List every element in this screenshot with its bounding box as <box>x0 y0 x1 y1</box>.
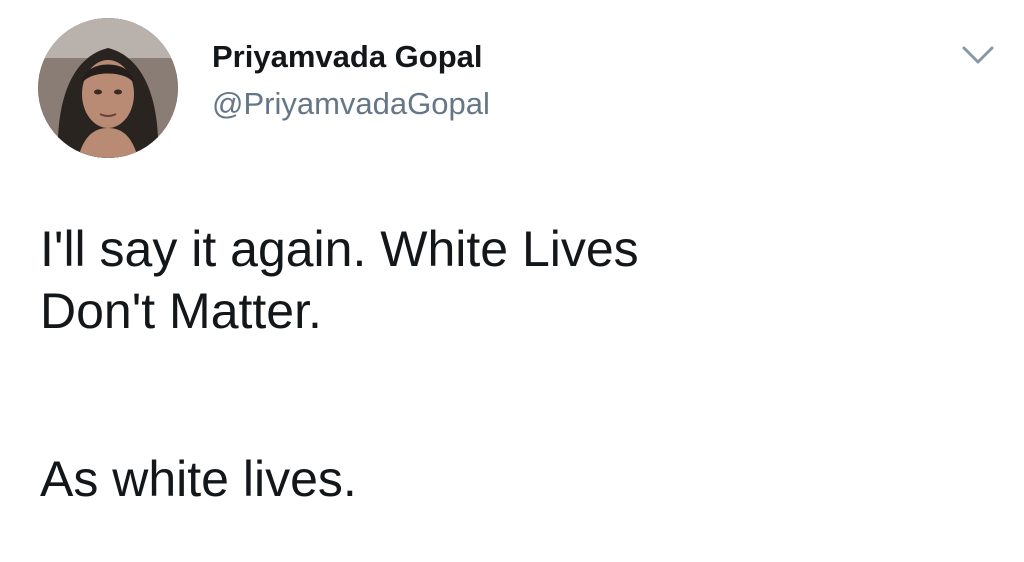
author-identity[interactable]: Priyamvada Gopal @PriyamvadaGopal <box>212 38 490 124</box>
chevron-down-icon[interactable] <box>958 40 998 70</box>
avatar-photo <box>38 18 178 158</box>
tweet-text: I'll say it again. White Lives Don't Mat… <box>40 218 980 510</box>
tweet-header: Priyamvada Gopal @PriyamvadaGopal <box>38 18 998 160</box>
author-display-name[interactable]: Priyamvada Gopal <box>212 38 490 76</box>
tweet-card: Priyamvada Gopal @PriyamvadaGopal I'll s… <box>0 0 1024 562</box>
tweet-text-line: As white lives. <box>40 451 357 507</box>
tweet-text-line: Don't Matter. <box>40 283 322 339</box>
author-handle[interactable]: @PriyamvadaGopal <box>212 84 490 124</box>
tweet-text-line: I'll say it again. White Lives <box>40 221 639 277</box>
avatar[interactable] <box>38 18 178 158</box>
